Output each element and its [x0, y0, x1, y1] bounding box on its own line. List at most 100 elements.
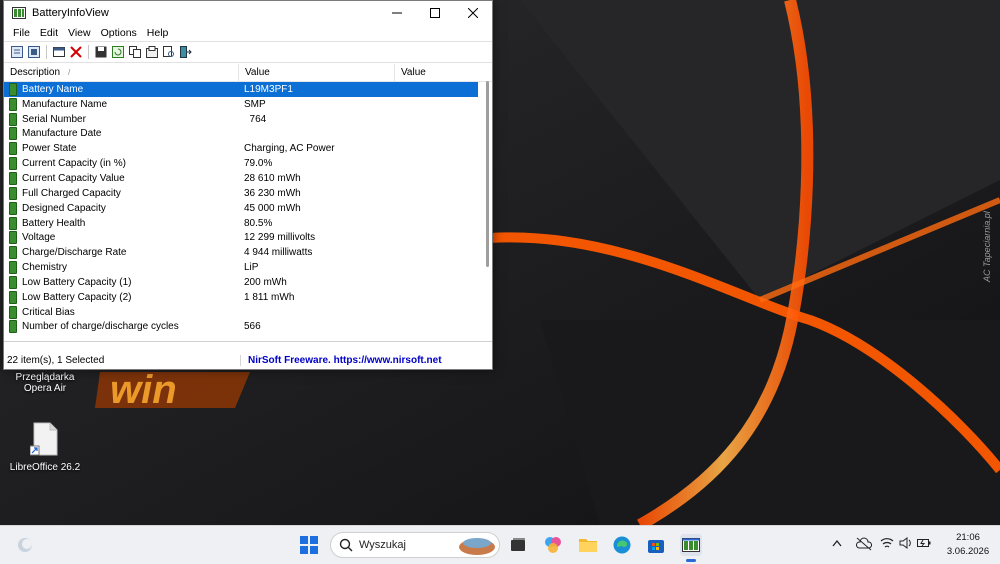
file-explorer-button[interactable]: [577, 534, 599, 556]
table-row[interactable]: Voltage 12 299 millivolts: [4, 230, 492, 245]
battery-charging-icon: [917, 539, 931, 547]
battery-row-icon: [9, 157, 17, 171]
store-button[interactable]: [645, 534, 667, 556]
copilot-icon: [545, 537, 561, 553]
refresh-button[interactable]: [111, 45, 125, 59]
widgets-button[interactable]: [14, 534, 36, 556]
sort-indicator: /: [68, 68, 71, 77]
taskbar: Wyszukaj 21:06 3.06.2026: [0, 525, 1000, 564]
nirsoft-link[interactable]: NirSoft Freeware. https://www.nirsoft.ne…: [241, 355, 442, 366]
wallpaper-watermark: AC Tapeciarnia.pl: [982, 211, 992, 282]
column-header-value[interactable]: Value: [239, 64, 395, 81]
row-description: Number of charge/discharge cycles: [22, 321, 179, 333]
table-row[interactable]: Power State Charging, AC Power: [4, 141, 492, 156]
menu-edit[interactable]: Edit: [35, 27, 63, 39]
battery-row-icon: [9, 82, 17, 96]
row-value: 764: [244, 113, 267, 125]
scrollbar-thumb[interactable]: [486, 81, 489, 267]
delete-button[interactable]: [69, 45, 83, 59]
battery-row-icon: [9, 305, 17, 319]
save-button[interactable]: [94, 45, 108, 59]
weather-icon: [18, 538, 32, 552]
table-row[interactable]: Number of charge/discharge cycles 566: [4, 320, 492, 335]
network-status[interactable]: [880, 537, 894, 552]
table-row[interactable]: Current Capacity Value 28 610 mWh: [4, 171, 492, 186]
folder-icon: [579, 539, 597, 552]
row-value: Charging, AC Power: [244, 143, 335, 155]
row-value: 1 811 mWh: [244, 291, 295, 303]
delete-icon: [70, 46, 82, 58]
battery-info-list[interactable]: Description / Value Value Battery Name L1…: [4, 64, 492, 342]
find-button[interactable]: [162, 45, 176, 59]
battery-status[interactable]: [917, 537, 931, 552]
table-row[interactable]: Serial Number 764: [4, 112, 492, 127]
menu-view[interactable]: View: [63, 27, 96, 39]
column-header-value-2[interactable]: Value: [395, 64, 492, 81]
battery-info-button[interactable]: [10, 45, 24, 59]
table-row[interactable]: Manufacture Date: [4, 127, 492, 142]
copilot-button[interactable]: [542, 534, 564, 556]
maximize-icon: [430, 8, 440, 18]
vertical-scrollbar[interactable]: [486, 81, 490, 331]
menu-file[interactable]: File: [8, 27, 35, 39]
start-button[interactable]: [298, 534, 320, 556]
properties-button[interactable]: [52, 45, 66, 59]
desktop-icon-opera[interactable]: Przeglądarka Opera Air: [5, 372, 85, 394]
table-row[interactable]: Designed Capacity 45 000 mWh: [4, 201, 492, 216]
row-description: Full Charged Capacity: [22, 187, 121, 199]
sync-off-icon: [855, 537, 873, 551]
table-row[interactable]: Battery Name L19M3PF1: [4, 82, 478, 97]
copy-button[interactable]: [128, 45, 142, 59]
minimize-button[interactable]: [378, 1, 416, 25]
table-row[interactable]: Critical Bias: [4, 305, 492, 320]
row-description-cell: Current Capacity Value: [4, 171, 239, 185]
menu-bar: File Edit View Options Help: [4, 25, 492, 41]
row-description-cell: Low Battery Capacity (2): [4, 290, 239, 304]
row-description-cell: Chemistry: [4, 261, 239, 275]
onedrive-status[interactable]: [855, 537, 873, 554]
refresh-icon: [112, 46, 124, 58]
system-clock[interactable]: 21:06 3.06.2026: [940, 531, 996, 559]
table-row[interactable]: Manufacture Name SMP: [4, 97, 492, 112]
exit-button[interactable]: [179, 45, 193, 59]
table-row[interactable]: Battery Health 80.5%: [4, 216, 492, 231]
batteryinfoview-taskbar-button[interactable]: [680, 534, 702, 556]
wifi-icon: [880, 538, 894, 548]
table-row[interactable]: Low Battery Capacity (1) 200 mWh: [4, 275, 492, 290]
row-description-cell: Power State: [4, 142, 239, 156]
desktop-icon-opera-label: Przeglądarka Opera Air: [15, 372, 75, 394]
row-description: Voltage: [22, 232, 56, 244]
show-hidden-icons-button[interactable]: [832, 538, 842, 550]
table-row[interactable]: Charge/Discharge Rate 4 944 milliwatts: [4, 245, 492, 260]
battery-row-icon: [9, 127, 17, 141]
taskbar-search[interactable]: Wyszukaj: [330, 532, 500, 558]
table-row[interactable]: Current Capacity (in %) 79.0%: [4, 156, 492, 171]
clock-date: 3.06.2026: [946, 546, 990, 557]
column-header-description[interactable]: Description /: [4, 64, 239, 81]
menu-help[interactable]: Help: [142, 27, 174, 39]
row-description: Serial Number: [22, 113, 86, 125]
volume-status[interactable]: [899, 537, 913, 552]
minimize-icon: [392, 12, 402, 14]
desktop-icon-libreoffice[interactable]: LibreOffice 26.2: [5, 422, 85, 473]
table-row[interactable]: Chemistry LiP: [4, 260, 492, 275]
title-bar[interactable]: BatteryInfoView: [4, 1, 492, 25]
battery-log-button[interactable]: [27, 45, 41, 59]
close-button[interactable]: [454, 1, 492, 25]
maximize-button[interactable]: [416, 1, 454, 25]
task-view-button[interactable]: [507, 534, 529, 556]
status-item-count: 22 item(s), 1 Selected: [4, 355, 241, 366]
menu-options[interactable]: Options: [96, 27, 142, 39]
table-row[interactable]: Low Battery Capacity (2) 1 811 mWh: [4, 290, 492, 305]
svg-text:win: win: [110, 368, 177, 412]
row-value: 80.5%: [244, 217, 273, 229]
row-description: Manufacture Name: [22, 98, 108, 110]
row-description-cell: Manufacture Name: [4, 97, 239, 111]
row-description: Critical Bias: [22, 306, 75, 318]
edge-button[interactable]: [611, 534, 633, 556]
html-report-button[interactable]: [145, 45, 159, 59]
battery-row-icon: [9, 171, 17, 185]
status-bar: 22 item(s), 1 Selected NirSoft Freeware.…: [4, 352, 492, 369]
batteryinfoview-window: BatteryInfoView File Edit View Options H…: [3, 0, 493, 370]
table-row[interactable]: Full Charged Capacity 36 230 mWh: [4, 186, 492, 201]
